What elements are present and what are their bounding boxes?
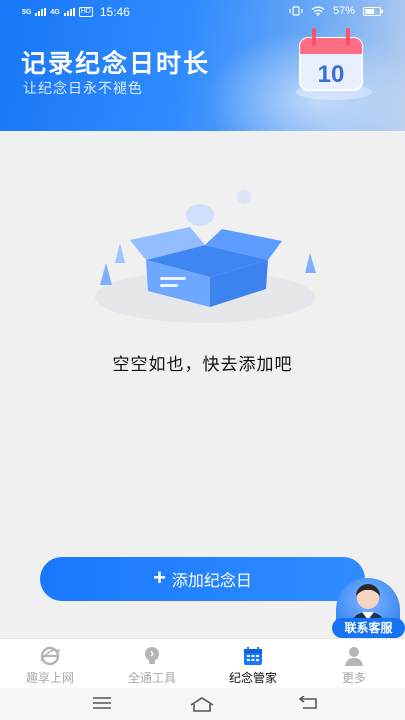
battery-percent: 57%	[332, 5, 355, 17]
tab-browse[interactable]: 趣享上网	[10, 645, 90, 686]
signal-bars-icon	[63, 8, 75, 16]
tab-tools[interactable]: 全通工具	[112, 645, 192, 686]
tab-more[interactable]: 更多	[314, 645, 394, 686]
bulb-icon	[145, 647, 159, 664]
status-time: 15:46	[99, 5, 130, 19]
calendar-illustration-icon: 10	[296, 28, 372, 100]
browser-icon	[40, 646, 61, 666]
banner-title: 记录纪念日时长	[21, 50, 211, 78]
tab-label: 更多	[341, 671, 366, 685]
vibrate-icon	[289, 6, 303, 16]
banner-subtitle: 让纪念日永不褪色	[23, 80, 143, 96]
tab-label: 全通工具	[127, 671, 176, 685]
menu-icon[interactable]	[92, 696, 112, 715]
empty-state-message: 空空如也，快去添加吧	[112, 355, 293, 374]
hd-badge: HD	[78, 7, 93, 17]
calendar-number: 10	[318, 61, 345, 88]
empty-box-illustration	[95, 190, 316, 323]
signal-4g-label: 4G	[50, 8, 60, 16]
signal-5g-label: 5G	[22, 8, 32, 16]
wifi-icon	[311, 6, 325, 16]
bottom-tab-bar: 趣享上网 全通工具 纪念管家 更多	[0, 638, 405, 688]
back-icon[interactable]	[298, 695, 318, 715]
signal-bars-icon	[35, 8, 47, 16]
home-icon[interactable]	[189, 696, 215, 717]
customer-service-button[interactable]: 联系客服	[332, 578, 405, 638]
tab-anniversary[interactable]: 纪念管家	[213, 645, 293, 686]
tab-label: 纪念管家	[228, 671, 277, 685]
status-bar: 5G 4G HD 15:46 57%	[0, 0, 405, 24]
plus-icon: +	[153, 565, 166, 590]
calendar-icon	[244, 647, 262, 665]
person-icon	[345, 647, 363, 666]
system-nav-bar	[0, 688, 405, 720]
header-banner: 5G 4G HD 15:46 57% 记录纪念日时长 让纪念日永不褪色 10	[0, 0, 405, 131]
add-anniversary-button[interactable]: + 添加纪念日	[40, 557, 365, 601]
customer-service-label: 联系客服	[332, 618, 405, 638]
tab-label: 趣享上网	[25, 671, 74, 685]
add-anniversary-label: 添加纪念日	[171, 573, 252, 590]
battery-icon	[363, 6, 383, 16]
